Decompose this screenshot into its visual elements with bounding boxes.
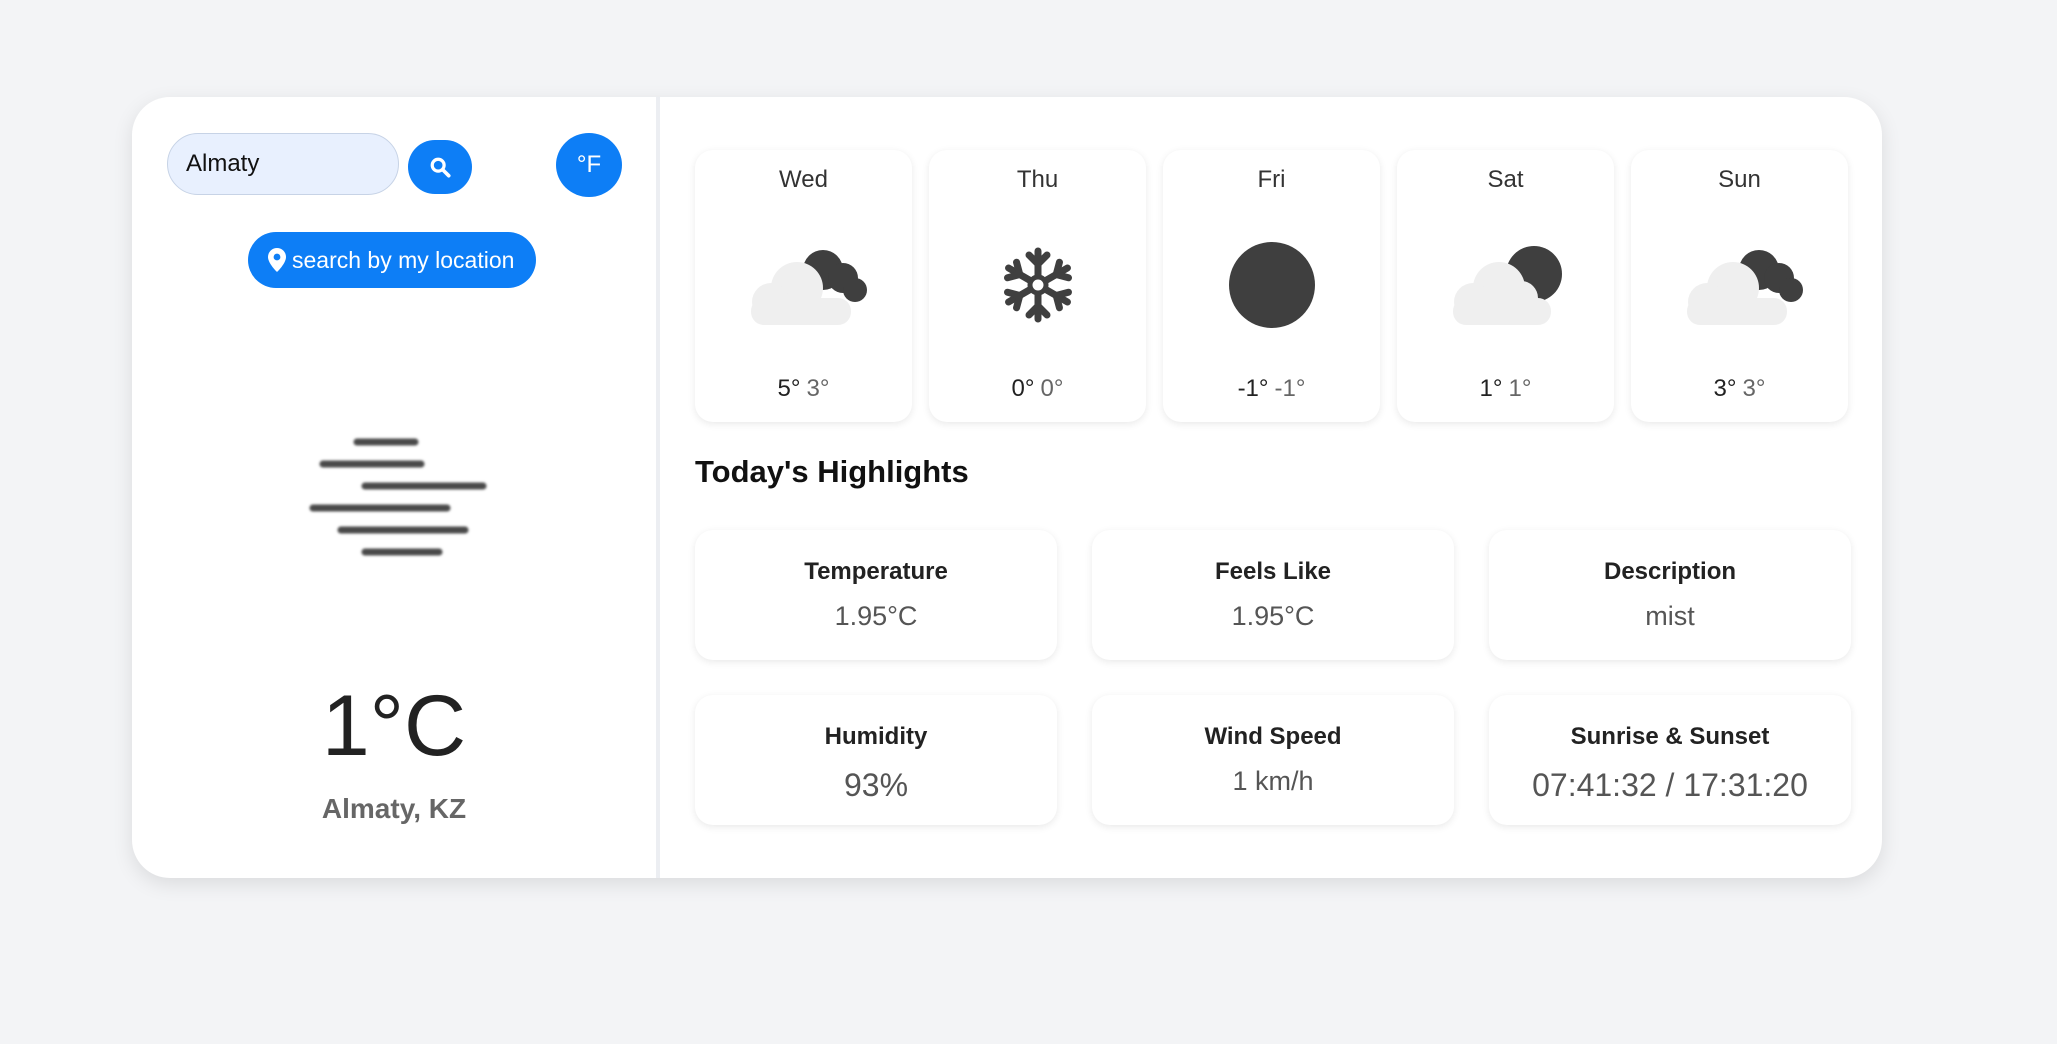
search-button[interactable] [408, 140, 472, 194]
forecast-high: 0° [1011, 375, 1035, 402]
forecast-temps: -1° -1° [1163, 375, 1380, 403]
forecast-day: Sat [1487, 166, 1524, 193]
highlight-label: Sunrise & Sunset [1570, 723, 1770, 750]
forecast-day: Thu [1016, 166, 1059, 193]
city-name: Almaty, KZ [321, 793, 467, 824]
forecast-low: 1° [1508, 375, 1532, 402]
search-input[interactable] [167, 133, 399, 195]
highlight-value: 93% [843, 767, 909, 803]
map-pin-icon [268, 248, 286, 272]
highlight-value: 1.95°C [1231, 601, 1315, 631]
highlight-description: Description mist [1489, 530, 1851, 660]
forecast-high: 3° [1713, 375, 1737, 402]
highlight-wind-speed: Wind Speed 1 km/h [1092, 695, 1454, 825]
forecast-card-thu: Thu 0° 0° [929, 150, 1146, 422]
forecast-high: -1° [1237, 375, 1269, 402]
highlights-grid: Temperature 1.95°C Feels Like 1.95°C Des… [695, 530, 1851, 825]
forecast-low: 3° [1742, 375, 1766, 402]
forecast-card-fri: Fri -1° -1° [1163, 150, 1380, 422]
weather-card: °F search by my location 1°C Almaty, KZ [132, 97, 1882, 878]
cloud-moon-icon [1453, 246, 1562, 325]
current-weather-panel: °F search by my location 1°C Almaty, KZ [132, 97, 660, 878]
location-button-label: search by my location [292, 246, 515, 273]
highlight-humidity: Humidity 93% [695, 695, 1057, 825]
forecast-day: Wed [779, 166, 828, 193]
cloud-moon-icon [1687, 250, 1803, 325]
highlight-label: Description [1603, 558, 1737, 585]
highlight-value: 1.95°C [834, 601, 918, 631]
highlight-temperature: Temperature 1.95°C [695, 530, 1057, 660]
forecast-high: 5° [777, 375, 801, 402]
current-temperature: 1°C [321, 678, 467, 774]
forecast-card-sun: Sun 3° 3° [1631, 150, 1848, 422]
forecast-low: 3° [806, 375, 830, 402]
highlight-label: Wind Speed [1204, 723, 1342, 750]
highlights-title: Today's Highlights [695, 454, 969, 489]
forecast-temps: 0° 0° [929, 375, 1146, 403]
forecast-low: -1° [1274, 375, 1306, 402]
highlight-label: Feels Like [1214, 558, 1332, 585]
forecast-card-wed: Wed 5° 3° [695, 150, 912, 422]
highlight-value: 1 km/h [1232, 766, 1314, 796]
forecast-temps: 1° 1° [1397, 375, 1614, 403]
mist-icon [309, 438, 487, 556]
forecast-day: Fri [1257, 166, 1286, 193]
forecast-temps: 3° 3° [1631, 375, 1848, 403]
cloud-moon-icon [751, 250, 867, 325]
highlight-sunrise-sunset: Sunrise & Sunset 07:41:32 / 17:31:20 [1489, 695, 1851, 825]
forecast-row: Wed 5° 3° Thu 0° 0° Fri -1° -1° Sat 1° 1… [695, 150, 1848, 422]
forecast-and-highlights-panel: Wed 5° 3° Thu 0° 0° Fri -1° -1° Sat 1° 1… [660, 97, 1882, 878]
forecast-low: 0° [1040, 375, 1064, 402]
forecast-high: 1° [1479, 375, 1503, 402]
forecast-card-sat: Sat 1° 1° [1397, 150, 1614, 422]
moon-icon [1229, 242, 1315, 328]
highlight-value: mist [1645, 601, 1695, 631]
unit-toggle-button[interactable]: °F [556, 133, 622, 197]
highlight-feels-like: Feels Like 1.95°C [1092, 530, 1454, 660]
snowflake-icon [1004, 247, 1072, 323]
highlight-label: Temperature [804, 558, 948, 585]
highlight-label: Humidity [824, 723, 928, 750]
forecast-temps: 5° 3° [695, 375, 912, 403]
highlight-value: 07:41:32 / 17:31:20 [1532, 767, 1808, 803]
search-icon [430, 157, 451, 178]
location-button[interactable]: search by my location [248, 232, 537, 288]
forecast-day: Sun [1718, 166, 1761, 193]
